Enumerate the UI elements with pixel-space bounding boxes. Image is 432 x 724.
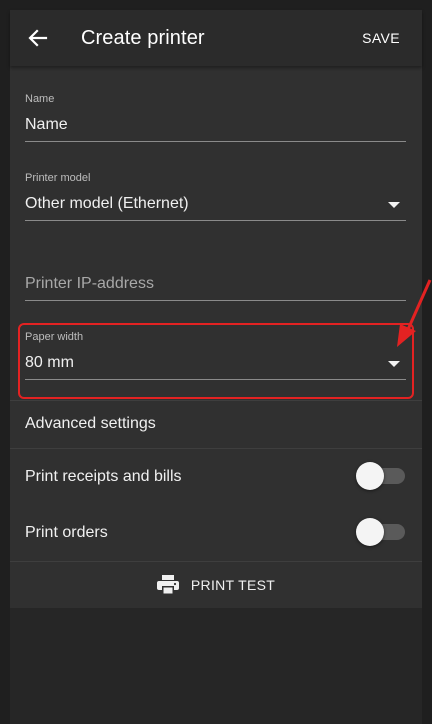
save-button[interactable]: SAVE [362, 30, 400, 46]
name-input[interactable]: Name [25, 116, 68, 134]
printer-model-value: Other model (Ethernet) [25, 195, 189, 212]
page-title: Create printer [81, 27, 205, 49]
print-test-button[interactable]: PRINT TEST [10, 562, 422, 608]
app-screen: Create printer SAVE Name Name Printer mo… [10, 10, 422, 724]
divider [10, 400, 422, 401]
printer-model-dropdown[interactable]: Printer model Other model (Ethernet) [25, 170, 406, 222]
printer-icon [156, 575, 179, 595]
print-orders-label: Print orders [25, 524, 108, 541]
toggle-thumb [356, 518, 384, 546]
toggle-thumb [356, 462, 384, 490]
arrow-back-icon [28, 29, 48, 47]
dropdown-arrow-icon [388, 202, 400, 208]
divider [10, 448, 422, 449]
name-label: Name [25, 93, 55, 105]
print-orders-toggle[interactable] [356, 518, 406, 546]
printer-ip-field[interactable]: Printer IP-address [25, 270, 406, 302]
empty-area [10, 608, 422, 724]
name-underline [25, 141, 406, 142]
print-test-label: PRINT TEST [190, 577, 276, 593]
printer-ip-underline [25, 300, 406, 301]
printer-model-underline [25, 220, 406, 221]
printer-model-label: Printer model [25, 172, 91, 184]
name-field[interactable]: Name Name [25, 90, 406, 142]
advanced-settings-link[interactable]: Advanced settings [25, 415, 156, 433]
back-button[interactable] [24, 24, 52, 52]
paper-width-highlight [18, 323, 414, 399]
print-receipts-label: Print receipts and bills [25, 468, 182, 485]
app-bar: Create printer SAVE [10, 10, 422, 66]
print-receipts-toggle[interactable] [356, 462, 406, 490]
printer-ip-input[interactable]: Printer IP-address [25, 275, 154, 293]
